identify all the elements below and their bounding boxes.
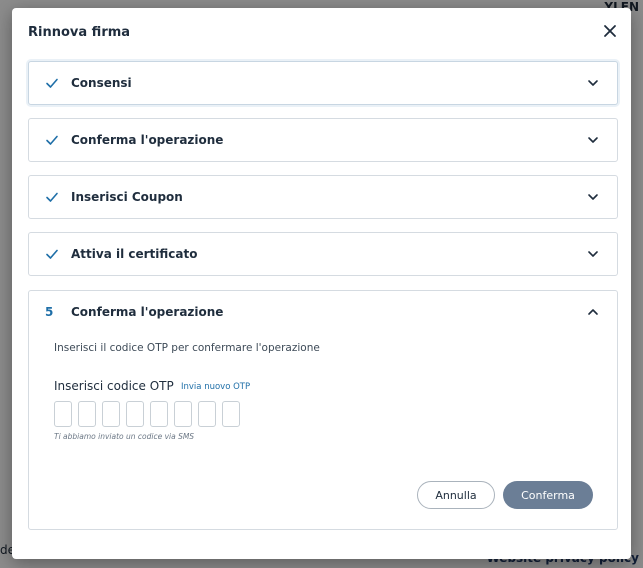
chevron-down-icon xyxy=(588,251,598,257)
close-icon xyxy=(604,25,616,37)
renew-signature-dialog: Rinnova firma Consensi Conferma l'operaz… xyxy=(12,8,631,559)
step-otp-confirmation: 5 Conferma l'operazione Inserisci il cod… xyxy=(28,290,618,530)
step-label: Attiva il certificato xyxy=(71,247,198,261)
chevron-down-icon xyxy=(588,137,598,143)
chevron-down-icon xyxy=(588,194,598,200)
confirm-button[interactable]: Conferma xyxy=(503,481,593,509)
step-label: Inserisci Coupon xyxy=(71,190,183,204)
chevron-up-icon[interactable] xyxy=(587,306,599,318)
check-icon xyxy=(46,135,58,145)
step-label: Consensi xyxy=(71,76,132,90)
dialog-title: Rinnova firma xyxy=(28,25,131,40)
otp-digit-input[interactable] xyxy=(102,401,120,427)
otp-instruction: Inserisci il codice OTP per confermare l… xyxy=(54,342,320,354)
close-button[interactable] xyxy=(601,22,619,40)
step-inserisci-coupon[interactable]: Inserisci Coupon xyxy=(28,175,618,219)
otp-field-label: Inserisci codice OTP xyxy=(54,379,174,393)
step-conferma-operazione[interactable]: Conferma l'operazione xyxy=(28,118,618,162)
otp-digit-input[interactable] xyxy=(150,401,168,427)
otp-input-group xyxy=(54,401,240,427)
otp-sms-hint: Ti abbiamo inviato un codice via SMS xyxy=(54,432,195,441)
step-label: Conferma l'operazione xyxy=(71,305,224,319)
step-consensi[interactable]: Consensi xyxy=(28,61,618,105)
step-attiva-certificato[interactable]: Attiva il certificato xyxy=(28,232,618,276)
step-label: Conferma l'operazione xyxy=(71,133,224,147)
otp-digit-input[interactable] xyxy=(198,401,216,427)
otp-digit-input[interactable] xyxy=(222,401,240,427)
cancel-button[interactable]: Annulla xyxy=(417,481,495,509)
otp-digit-input[interactable] xyxy=(78,401,96,427)
otp-digit-input[interactable] xyxy=(54,401,72,427)
otp-digit-input[interactable] xyxy=(174,401,192,427)
chevron-down-icon xyxy=(588,80,598,86)
resend-otp-link[interactable]: Invia nuovo OTP xyxy=(181,382,250,392)
otp-digit-input[interactable] xyxy=(126,401,144,427)
check-icon xyxy=(46,192,58,202)
step-number: 5 xyxy=(45,305,54,319)
check-icon xyxy=(46,78,58,88)
check-icon xyxy=(46,249,58,259)
